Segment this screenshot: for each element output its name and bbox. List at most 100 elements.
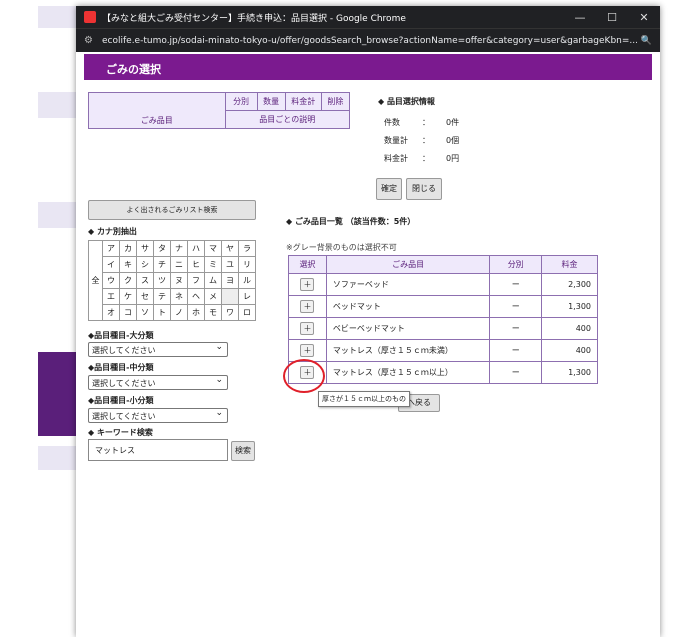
cat-mid-label: ◆品目種目-中分類: [88, 363, 154, 372]
col-suryo: 数量: [256, 92, 286, 111]
kana-button[interactable]: シ: [136, 256, 154, 273]
kana-button[interactable]: テ: [153, 288, 171, 305]
list-note: ※グレー背景のものは選択不可: [286, 243, 397, 252]
kana-button[interactable]: ヨ: [221, 272, 239, 289]
info-sep: ：: [422, 117, 430, 127]
kana-button[interactable]: ソ: [136, 304, 154, 321]
kana-button[interactable]: ノ: [170, 304, 188, 321]
kana-button[interactable]: オ: [102, 304, 120, 321]
kana-button[interactable]: ワ: [221, 304, 239, 321]
add-button[interactable]: ＋: [300, 278, 315, 291]
kana-button[interactable]: フ: [187, 272, 205, 289]
kana-button[interactable]: ヒ: [187, 256, 205, 273]
items-table: 選択 ごみ品目 分別 料金 ＋ ソファーベッド ー 2,300 ＋ ベッドマット…: [288, 255, 598, 384]
zoom-icon[interactable]: 🔍: [638, 36, 652, 46]
kana-button[interactable]: メ: [204, 288, 222, 305]
kana-button[interactable]: サ: [136, 240, 154, 257]
url-text[interactable]: ecolife.e-tumo.jp/sodai-minato-tokyo-u/o…: [102, 36, 638, 46]
col-sakujo: 削除: [320, 92, 351, 111]
kana-button[interactable]: ナ: [170, 240, 188, 257]
kana-button[interactable]: ホ: [187, 304, 205, 321]
add-button[interactable]: ＋: [300, 344, 315, 357]
kana-all-button[interactable]: 全: [88, 240, 103, 321]
confirm-button[interactable]: 確定: [376, 178, 402, 200]
add-button[interactable]: ＋: [300, 322, 315, 335]
keyword-input[interactable]: マットレス: [88, 439, 228, 461]
table-row: ＋ ベッドマット ー 1,300: [288, 295, 598, 318]
col-ryokin: 料金計: [284, 92, 322, 111]
kana-button[interactable]: ハ: [187, 240, 205, 257]
col-desc: 品目ごとの説明: [224, 110, 351, 129]
kana-button[interactable]: ス: [136, 272, 154, 289]
kana-button[interactable]: ヌ: [170, 272, 188, 289]
kana-button[interactable]: ケ: [119, 288, 137, 305]
col-price: 料金: [541, 255, 598, 274]
bg-band: [38, 6, 78, 28]
info-label: 数量計: [384, 135, 408, 145]
kana-button[interactable]: タ: [153, 240, 171, 257]
kana-button[interactable]: ヘ: [187, 288, 205, 305]
kana-button[interactable]: セ: [136, 288, 154, 305]
kana-button[interactable]: キ: [119, 256, 137, 273]
item-name: ベビーベッドマット: [325, 317, 491, 340]
close-button[interactable]: 閉じる: [406, 178, 442, 200]
kana-button[interactable]: ユ: [221, 256, 239, 273]
item-price: 2,300: [541, 273, 598, 296]
kana-title: ◆ カナ別抽出: [88, 227, 137, 236]
info-label: 件数: [384, 117, 400, 127]
cat-large-select[interactable]: 選択してください: [88, 342, 228, 357]
kana-button[interactable]: イ: [102, 256, 120, 273]
info-row: 料金計 ： 0円: [378, 149, 486, 167]
kana-button[interactable]: レ: [238, 288, 256, 305]
cat-small-select[interactable]: 選択してください: [88, 408, 228, 423]
kana-button[interactable]: ニ: [170, 256, 188, 273]
kana-button[interactable]: エ: [102, 288, 120, 305]
col-select: 選択: [288, 255, 327, 274]
kana-button[interactable]: ツ: [153, 272, 171, 289]
table-row: ＋ ベビーベッドマット ー 400: [288, 317, 598, 340]
kana-button[interactable]: ウ: [102, 272, 120, 289]
kana-button[interactable]: ネ: [170, 288, 188, 305]
kana-button[interactable]: ク: [119, 272, 137, 289]
title-bar: 【みなと組大ごみ受付センター】手続き申込：品目選択 - Google Chrom…: [76, 6, 660, 28]
keyword-title: ◆ キーワード検索: [88, 428, 153, 437]
item-name: ベッドマット: [325, 295, 491, 318]
kana-button[interactable]: コ: [119, 304, 137, 321]
kana-button[interactable]: ミ: [204, 256, 222, 273]
kana-button[interactable]: モ: [204, 304, 222, 321]
col-item: ごみ品目: [325, 255, 491, 274]
info-value: 0円: [446, 153, 460, 163]
col-bunbetsu: 分別: [224, 92, 258, 111]
item-kind: ー: [489, 273, 543, 296]
cat-mid-select[interactable]: 選択してください: [88, 375, 228, 390]
kana-button[interactable]: ア: [102, 240, 120, 257]
kana-grid: 全 ア カ サ タ ナ ハ マ ヤ ラ イ キ シ チ ニ ヒ ミ ユ リ ウ …: [88, 240, 256, 321]
close-icon[interactable]: ✕: [628, 11, 660, 24]
info-row: 数量計 ： 0個: [378, 131, 486, 149]
bg-band: [38, 446, 78, 470]
frequent-list-button[interactable]: よく出されるごみリスト検索: [88, 200, 256, 220]
maximize-icon[interactable]: ☐: [596, 11, 628, 24]
site-info-icon[interactable]: ⚙: [84, 35, 102, 46]
info-value: 0個: [446, 135, 460, 145]
kana-button[interactable]: ロ: [238, 304, 256, 321]
kana-button[interactable]: リ: [238, 256, 256, 273]
add-button[interactable]: ＋: [300, 300, 315, 313]
kana-button[interactable]: チ: [153, 256, 171, 273]
kana-button[interactable]: ム: [204, 272, 222, 289]
kana-button[interactable]: ラ: [238, 240, 256, 257]
kana-button[interactable]: ト: [153, 304, 171, 321]
info-title: ◆ 品目選択情報: [378, 97, 435, 106]
kana-button[interactable]: カ: [119, 240, 137, 257]
table-row: ＋ マットレス（厚さ１５ｃｍ未満） ー 400: [288, 339, 598, 362]
popup-window: 【みなと組大ごみ受付センター】手続き申込：品目選択 - Google Chrom…: [76, 6, 660, 637]
app-icon: [84, 11, 96, 23]
search-button[interactable]: 検索: [231, 441, 255, 461]
page-title: ごみの選択: [84, 54, 652, 80]
kana-button[interactable]: ル: [238, 272, 256, 289]
kana-button[interactable]: マ: [204, 240, 222, 257]
kana-button[interactable]: ヤ: [221, 240, 239, 257]
info-row: 件数 ： 0件: [378, 113, 486, 131]
selection-table: ごみ品目 分別 数量 料金計 削除 品目ごとの説明: [88, 92, 351, 129]
minimize-icon[interactable]: —: [564, 11, 596, 24]
